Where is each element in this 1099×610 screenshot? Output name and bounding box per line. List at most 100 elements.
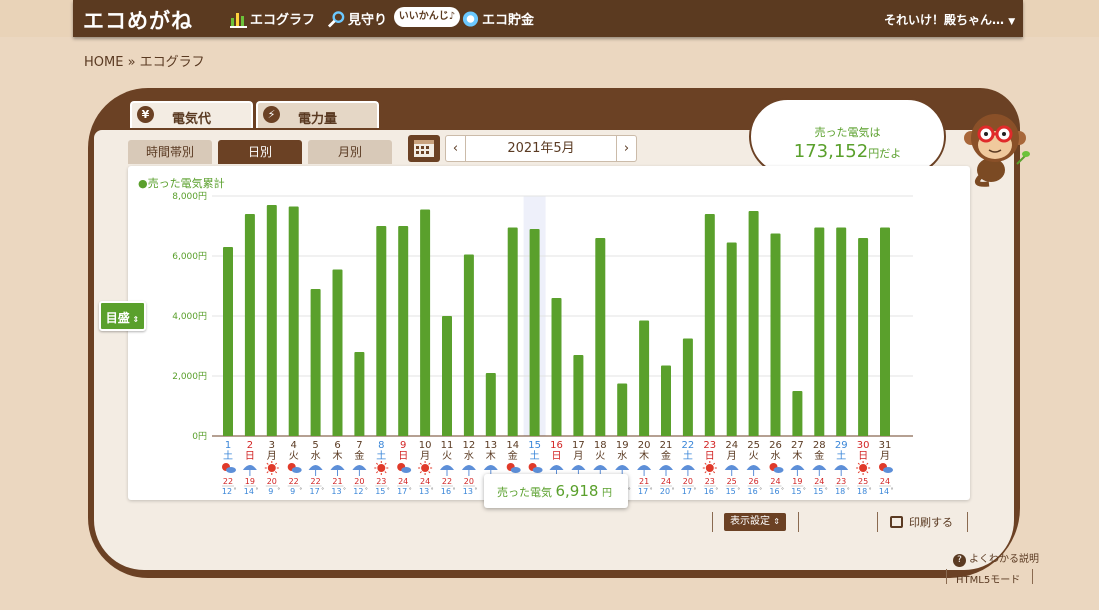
x-tick-weekday: 日 [552,451,562,462]
x-tick-weekday: 火 [289,450,299,462]
degree-mark: ° [387,487,390,494]
umbrella-icon [330,465,345,470]
target-label: 目盛 [105,311,130,325]
degree-mark: ° [650,487,653,494]
html5-mode-link[interactable]: HTML5モード [956,571,1020,586]
degree-mark: ° [365,487,368,494]
bar [836,227,847,436]
temp-low: 18 [835,487,845,496]
divider [877,512,878,532]
y-tick-label: 4,000円 [172,311,207,322]
x-tick-day: 15 [528,440,541,451]
temp-low: 13 [419,487,429,496]
sun-icon [267,464,276,472]
temp-low: 17 [310,487,320,496]
x-tick-weekday: 月 [727,450,737,462]
x-tick-weekday: 水 [771,450,781,462]
x-tick-weekday: 日 [245,451,255,462]
x-tick-weekday: 土 [836,449,846,462]
x-tick-day: 10 [419,440,432,451]
target-scale-button[interactable]: 目盛 ⇕ [99,301,146,331]
umbrella-icon [593,465,608,470]
sun-ray [428,471,431,474]
chart-tooltip: 売った電気 6,918 円 [484,474,628,508]
x-tick-day: 17 [572,440,585,451]
x-tick-day: 7 [356,440,362,451]
divider [946,569,947,584]
x-tick-day: 13 [484,440,497,451]
temp-high: 23 [705,477,715,486]
y-tick-label: 2,000円 [172,371,207,382]
bar [310,289,321,436]
umbrella-icon [790,465,805,470]
x-tick-weekday: 月 [420,450,430,462]
bar [529,229,540,436]
sun-ray [384,471,387,474]
x-tick-day: 18 [594,440,607,451]
sun-ray [266,462,269,465]
display-settings-button[interactable]: 表示設定 ⇕ [724,513,786,531]
degree-mark: ° [737,487,740,494]
temp-high: 23 [376,477,386,486]
degree-mark: ° [321,487,324,494]
divider [967,512,968,532]
x-tick-weekday: 金 [814,449,824,462]
temp-low: 14 [879,487,889,496]
x-tick-weekday: 日 [398,451,408,462]
print-button[interactable]: 印刷する [890,514,953,530]
temp-high: 25 [727,477,737,486]
x-tick-weekday: 日 [858,451,868,462]
bar [354,352,365,436]
y-tick-label: 8,000円 [172,191,207,202]
bar [442,316,452,436]
x-tick-weekday: 木 [639,450,649,462]
temp-high: 24 [770,477,780,486]
bar [376,226,387,436]
sun-ray [274,462,278,465]
x-tick-day: 3 [269,440,275,451]
temp-high: 25 [858,477,868,486]
umbrella-icon [615,465,630,470]
sun-ray [704,471,707,474]
bar [551,298,562,436]
temp-low: 17 [638,487,648,496]
bar [507,227,518,436]
x-tick-weekday: 火 [749,450,759,462]
x-tick-day: 5 [312,440,318,451]
degree-mark: ° [234,487,237,494]
bar [223,247,233,436]
degree-mark: ° [628,487,631,494]
bar [770,233,781,436]
x-tick-weekday: 火 [442,450,452,462]
temp-low: 16 [748,487,758,496]
sun-ray [712,471,716,474]
x-tick-weekday: 日 [705,451,715,462]
umbrella-icon [549,465,564,470]
umbrella-icon [724,465,739,470]
x-tick-weekday: 水 [617,450,627,462]
cloud-icon [883,467,893,473]
sun-ray [274,471,278,474]
temp-low: 17 [682,487,692,496]
x-tick-day: 1 [225,440,231,451]
degree-mark: ° [255,487,258,494]
bar [726,242,737,436]
x-tick-weekday: 土 [376,449,386,462]
cloud-icon [773,467,784,473]
y-tick-label: 0円 [192,431,207,442]
umbrella-icon [637,465,652,470]
cloud-icon [532,467,543,473]
temp-high: 19 [792,477,802,486]
umbrella-icon [308,465,323,470]
umbrella-icon [440,465,454,470]
bar [420,209,431,436]
temp-high: 20 [354,477,364,486]
umbrella-icon [834,465,849,470]
sun-ray [857,471,860,474]
umbrella-icon [483,465,498,470]
help-link[interactable]: ? よくわかる説明 [953,550,1039,567]
degree-mark: ° [672,487,675,494]
temp-low: 14 [244,487,254,496]
sun-ray [419,471,422,474]
temp-low: 17 [397,487,407,496]
